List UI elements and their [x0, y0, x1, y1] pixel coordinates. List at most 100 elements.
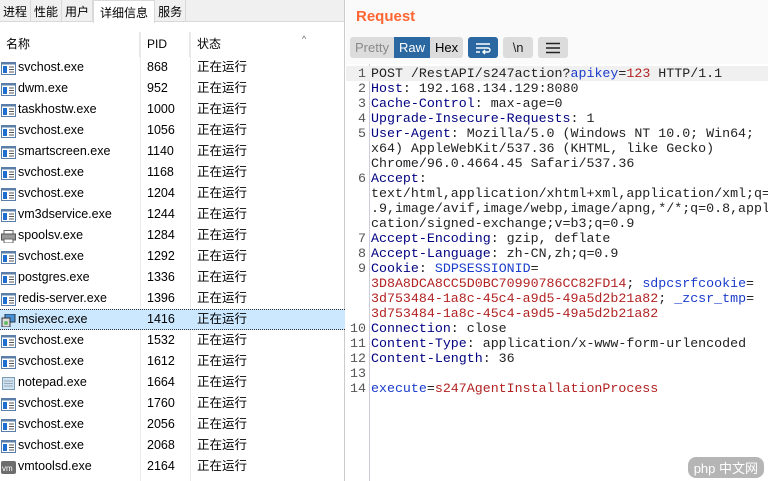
tab-1[interactable]: 性能: [31, 0, 63, 21]
process-name: notepad.exe: [18, 375, 87, 389]
line-text: text/html,application/xhtml+xml,applicat…: [371, 186, 768, 201]
line-text: Content-Type: application/x-www-form-url…: [371, 336, 746, 351]
process-pid: 1416: [147, 312, 175, 326]
tab-hex[interactable]: Hex: [430, 37, 463, 58]
line-text: 3D8A8DCA8CC5D0BC70990786CC82FD14; sdpcsr…: [371, 276, 754, 291]
token: 3D8A8DCA8CC5D0BC70990786CC82FD14: [371, 276, 627, 291]
service-icon: [1, 334, 16, 348]
process-name: svchost.exe: [18, 354, 85, 368]
token: : 1: [570, 111, 595, 126]
process-name: dwm.exe: [18, 81, 69, 95]
process-row[interactable]: svchost.exe 868 正在运行: [0, 57, 345, 78]
tab-0[interactable]: 进程: [0, 0, 32, 21]
tab-4[interactable]: 服务: [155, 0, 187, 21]
token: Connection: [371, 321, 451, 336]
process-status: 正在运行: [197, 249, 248, 263]
code-line: 3D8A8DCA8CC5D0BC70990786CC82FD14; sdpcsr…: [346, 276, 768, 291]
process-row[interactable]: svchost.exe 2068 正在运行: [0, 435, 345, 456]
service-icon: [1, 103, 16, 117]
line-text: User-Agent: Mozilla/5.0 (Windows NT 10.0…: [371, 126, 754, 141]
process-list: svchost.exe 868 正在运行 dwm.exe 952 正在运行 ta…: [0, 57, 345, 477]
token: ;: [626, 276, 643, 291]
line-number: 1: [358, 66, 366, 81]
token: HTTP/1.1: [650, 66, 723, 81]
token: SDPSESSIONID: [434, 261, 531, 276]
request-panel: Request Pretty Raw Hex \n 1 POST /RestAPI…: [346, 0, 768, 481]
process-row[interactable]: svchost.exe 1612 正在运行: [0, 351, 345, 372]
column-status[interactable]: 状态: [190, 32, 345, 57]
token: execute: [371, 381, 427, 396]
line-text: Accept:: [371, 171, 427, 186]
process-row[interactable]: svchost.exe 1204 正在运行: [0, 183, 345, 204]
process-pid: 1140: [147, 144, 174, 158]
token: : close: [450, 321, 507, 336]
line-text: 3d753484-1a8c-45c4-a9d5-49a5d2b21a82: [371, 306, 658, 321]
token: =: [530, 261, 539, 276]
line-number: 4: [358, 111, 366, 126]
process-row[interactable]: svchost.exe 1168 正在运行: [0, 162, 345, 183]
process-pid: 1056: [147, 123, 175, 137]
menu-button[interactable]: [538, 37, 569, 58]
process-pid: 868: [147, 60, 168, 74]
token: : application/x-www-form-urlencoded: [466, 336, 747, 351]
tab-raw[interactable]: Raw: [393, 37, 430, 58]
line-text: Accept-Language: zh-CN,zh;q=0.9: [371, 246, 618, 261]
token: Cache-Control: [371, 96, 475, 111]
token: Accept: [371, 171, 419, 186]
line-number: 10: [350, 321, 366, 336]
wrap-lines-button[interactable]: [468, 37, 499, 58]
show-newlines-button[interactable]: \n: [503, 37, 534, 58]
process-row[interactable]: taskhostw.exe 1000 正在运行: [0, 99, 345, 120]
process-row[interactable]: notepad.exe 1664 正在运行: [0, 372, 345, 393]
process-row[interactable]: svchost.exe 1532 正在运行: [0, 330, 345, 351]
view-mode-group: Pretty Raw Hex: [350, 37, 464, 58]
process-name: svchost.exe: [18, 186, 85, 200]
process-row[interactable]: redis-server.exe 1396 正在运行: [0, 288, 345, 309]
token: sdpcsrfcookie: [642, 276, 747, 291]
process-status: 正在运行: [197, 60, 248, 74]
process-name: redis-server.exe: [18, 291, 107, 305]
column-pid[interactable]: PID ^: [140, 32, 306, 57]
token: text/html,application/xhtml+xml,applicat…: [371, 186, 768, 201]
process-row[interactable]: spoolsv.exe 1284 正在运行: [0, 225, 345, 246]
process-pid: 1000: [147, 102, 175, 116]
process-row[interactable]: svchost.exe 1292 正在运行: [0, 246, 345, 267]
line-text: POST /RestAPI/s247action?apikey=123 HTTP…: [371, 66, 722, 81]
watermark: php 中文网: [687, 457, 764, 478]
request-editor[interactable]: 1 POST /RestAPI/s247action?apikey=123 HTT…: [346, 64, 768, 481]
token: _zcsr_tmp: [674, 291, 747, 306]
process-row[interactable]: vm vmtoolsd.exe 2164 正在运行: [0, 456, 345, 477]
code-line: 14 execute=s247AgentInstallationProcess: [346, 381, 768, 396]
process-row[interactable]: svchost.exe 1056 正在运行: [0, 120, 345, 141]
process-row[interactable]: dwm.exe 952 正在运行: [0, 78, 345, 99]
menu-icon: [546, 42, 561, 53]
line-text: Accept-Encoding: gzip, deflate: [371, 231, 610, 246]
token: :: [418, 171, 427, 186]
service-icon: [1, 292, 16, 306]
process-row[interactable]: svchost.exe 2056 正在运行: [0, 414, 345, 435]
line-text: Host: 192.168.134.129:8080: [371, 81, 578, 96]
process-status: 正在运行: [197, 228, 248, 242]
process-pid: 1760: [147, 396, 175, 410]
request-title: Request: [356, 8, 416, 25]
code-line: 8 Accept-Language: zh-CN,zh;q=0.9: [346, 246, 768, 261]
process-name: svchost.exe: [18, 165, 85, 179]
tab-pretty[interactable]: Pretty: [350, 37, 394, 58]
column-name[interactable]: 名称: [0, 32, 140, 57]
process-status: 正在运行: [197, 165, 248, 179]
column-header: 名称 PID ^ 状态: [0, 32, 345, 57]
token: =: [746, 276, 755, 291]
process-row[interactable]: postgres.exe 1336 正在运行: [0, 267, 345, 288]
tab-3[interactable]: 详细信息: [93, 0, 156, 23]
line-number: 8: [358, 246, 366, 261]
process-name: svchost.exe: [18, 438, 85, 452]
installer-icon: [1, 313, 16, 328]
process-row[interactable]: svchost.exe 1760 正在运行: [0, 393, 345, 414]
process-pid: 1168: [147, 165, 174, 179]
process-pid: 952: [147, 81, 168, 95]
process-row[interactable]: vm3dservice.exe 1244 正在运行: [0, 204, 345, 225]
process-row[interactable]: msiexec.exe 1416 正在运行: [0, 309, 345, 330]
code-line: 3d753484-1a8c-45c4-a9d5-49a5d2b21a82; _z…: [346, 291, 768, 306]
process-row[interactable]: smartscreen.exe 1140 正在运行: [0, 141, 345, 162]
tab-2[interactable]: 用户: [62, 0, 94, 21]
